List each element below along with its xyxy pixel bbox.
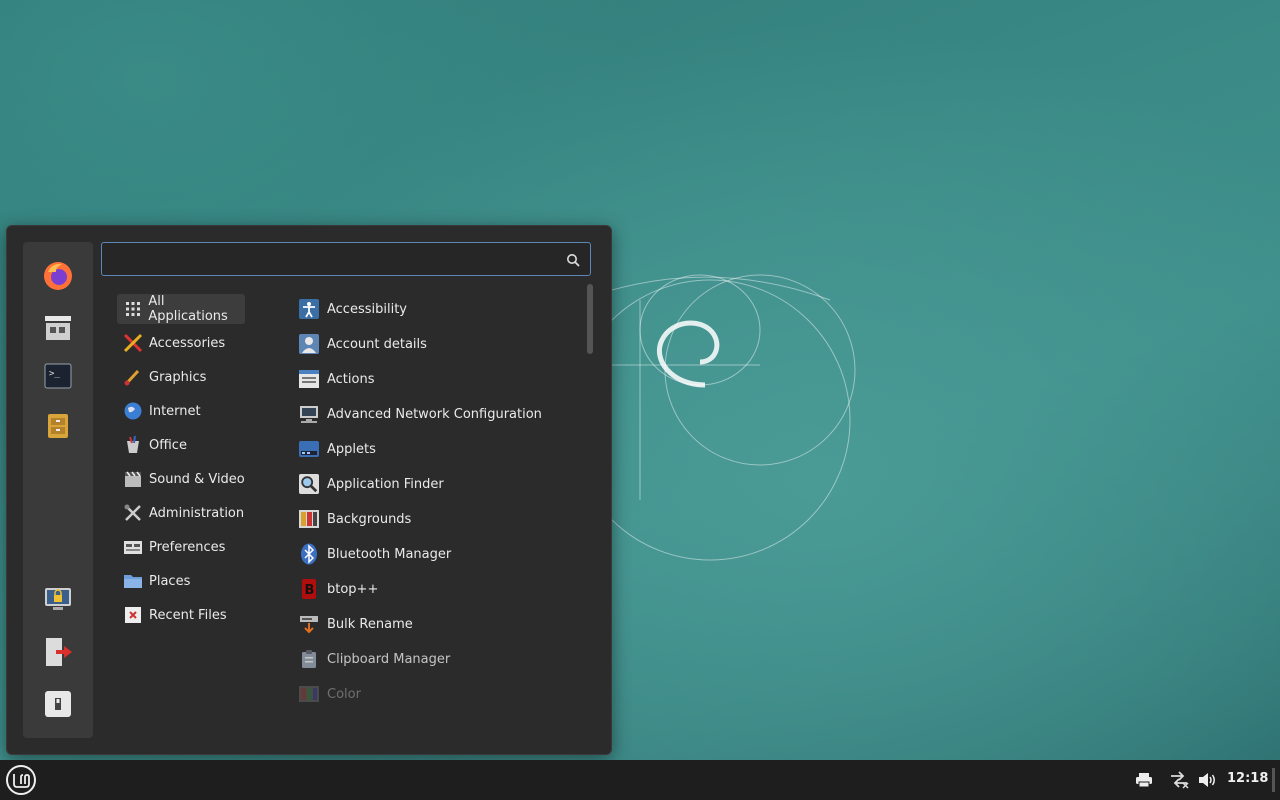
app-label: Clipboard Manager [327, 651, 451, 667]
category-preferences[interactable]: Preferences [117, 532, 245, 562]
actions-icon [299, 369, 319, 389]
app-application-finder[interactable]: Application Finder [299, 469, 579, 499]
app-accessibility[interactable]: Accessibility [299, 294, 579, 324]
linux-mint-logo-icon [6, 765, 36, 795]
btop-icon: B [299, 579, 319, 599]
app-label: Application Finder [327, 476, 444, 492]
category-graphics[interactable]: Graphics [117, 362, 245, 392]
file-manager-icon[interactable] [40, 408, 76, 444]
shutdown-icon[interactable] [40, 686, 76, 722]
category-label: Administration [149, 505, 245, 521]
magnifier-icon [299, 474, 319, 494]
app-backgrounds[interactable]: Backgrounds [299, 504, 579, 534]
lock-screen-icon[interactable] [40, 582, 76, 618]
app-label: Applets [327, 441, 376, 457]
grid-icon [123, 299, 142, 319]
office-icon [123, 435, 143, 455]
svg-text:>_: >_ [49, 369, 60, 379]
favorites-sidebar: >_ [23, 242, 93, 738]
category-label: Office [149, 437, 187, 453]
folder-icon [123, 571, 143, 591]
app-label: Backgrounds [327, 511, 412, 527]
search-icon[interactable] [566, 252, 580, 271]
app-account-details[interactable]: Account details [299, 329, 579, 359]
show-desktop-button[interactable] [1272, 768, 1275, 792]
volume-icon[interactable] [1196, 770, 1218, 790]
category-label: Accessories [149, 335, 226, 351]
category-sound-video[interactable]: Sound & Video [117, 464, 245, 494]
app-label: Account details [327, 336, 427, 352]
category-accessories[interactable]: Accessories [117, 328, 245, 358]
app-label: Color [327, 686, 361, 702]
taskbar: 12:18 [0, 760, 1280, 800]
bluetooth-icon [299, 543, 319, 565]
logout-icon[interactable] [40, 634, 76, 670]
bulk-rename-icon [299, 614, 319, 634]
clock[interactable]: 12:18 [1227, 771, 1268, 786]
app-bulk-rename[interactable]: Bulk Rename [299, 609, 579, 639]
category-label: Preferences [149, 539, 226, 555]
category-label: Places [149, 573, 191, 589]
app-color[interactable]: Color [299, 679, 579, 709]
app-label: Accessibility [327, 301, 407, 317]
app-btop[interactable]: B btop++ [299, 574, 579, 604]
color-icon [299, 684, 319, 704]
printer-icon[interactable] [1133, 770, 1155, 790]
internet-icon [123, 401, 143, 421]
app-actions[interactable]: Actions [299, 364, 579, 394]
category-places[interactable]: Places [117, 566, 245, 596]
accessories-icon [123, 333, 143, 353]
category-administration[interactable]: Administration [117, 498, 245, 528]
preferences-icon [123, 537, 143, 557]
search-input[interactable] [110, 248, 554, 272]
app-label: Bulk Rename [327, 616, 413, 632]
app-label: Actions [327, 371, 375, 387]
graphics-icon [123, 367, 143, 387]
app-advanced-network-configuration[interactable]: Advanced Network Configuration [299, 399, 579, 429]
category-label: Graphics [149, 369, 207, 385]
terminal-icon[interactable]: >_ [40, 358, 76, 394]
category-label: Recent Files [149, 607, 227, 623]
category-all-applications[interactable]: All Applications [117, 294, 245, 324]
menu-button[interactable] [5, 764, 37, 796]
app-list-scrollbar[interactable] [587, 284, 593, 354]
administration-icon [123, 503, 143, 523]
app-label: btop++ [327, 581, 379, 597]
applets-icon [299, 439, 319, 459]
app-applets[interactable]: Applets [299, 434, 579, 464]
application-menu: >_ All Applications Accessories Graphics [6, 225, 612, 755]
category-label: Sound & Video [149, 471, 245, 487]
app-label: Advanced Network Configuration [327, 406, 542, 422]
app-label: Bluetooth Manager [327, 546, 452, 562]
backgrounds-icon [299, 509, 319, 529]
accessibility-icon [299, 299, 319, 319]
app-bluetooth-manager[interactable]: Bluetooth Manager [299, 539, 579, 569]
clipboard-icon [299, 649, 319, 669]
category-label: Internet [149, 403, 201, 419]
recent-files-icon [123, 605, 143, 625]
category-internet[interactable]: Internet [117, 396, 245, 426]
svg-text:B: B [305, 583, 315, 598]
account-icon [299, 334, 319, 354]
network-disconnected-icon[interactable] [1168, 770, 1190, 790]
firefox-icon[interactable] [40, 258, 76, 294]
category-recent-files[interactable]: Recent Files [117, 600, 245, 630]
software-store-icon[interactable] [40, 310, 76, 346]
category-office[interactable]: Office [117, 430, 245, 460]
app-clipboard-manager[interactable]: Clipboard Manager [299, 644, 579, 674]
search-box[interactable] [101, 242, 591, 276]
network-icon [299, 404, 319, 424]
category-label: All Applications [148, 294, 228, 324]
sound-video-icon [123, 469, 143, 489]
